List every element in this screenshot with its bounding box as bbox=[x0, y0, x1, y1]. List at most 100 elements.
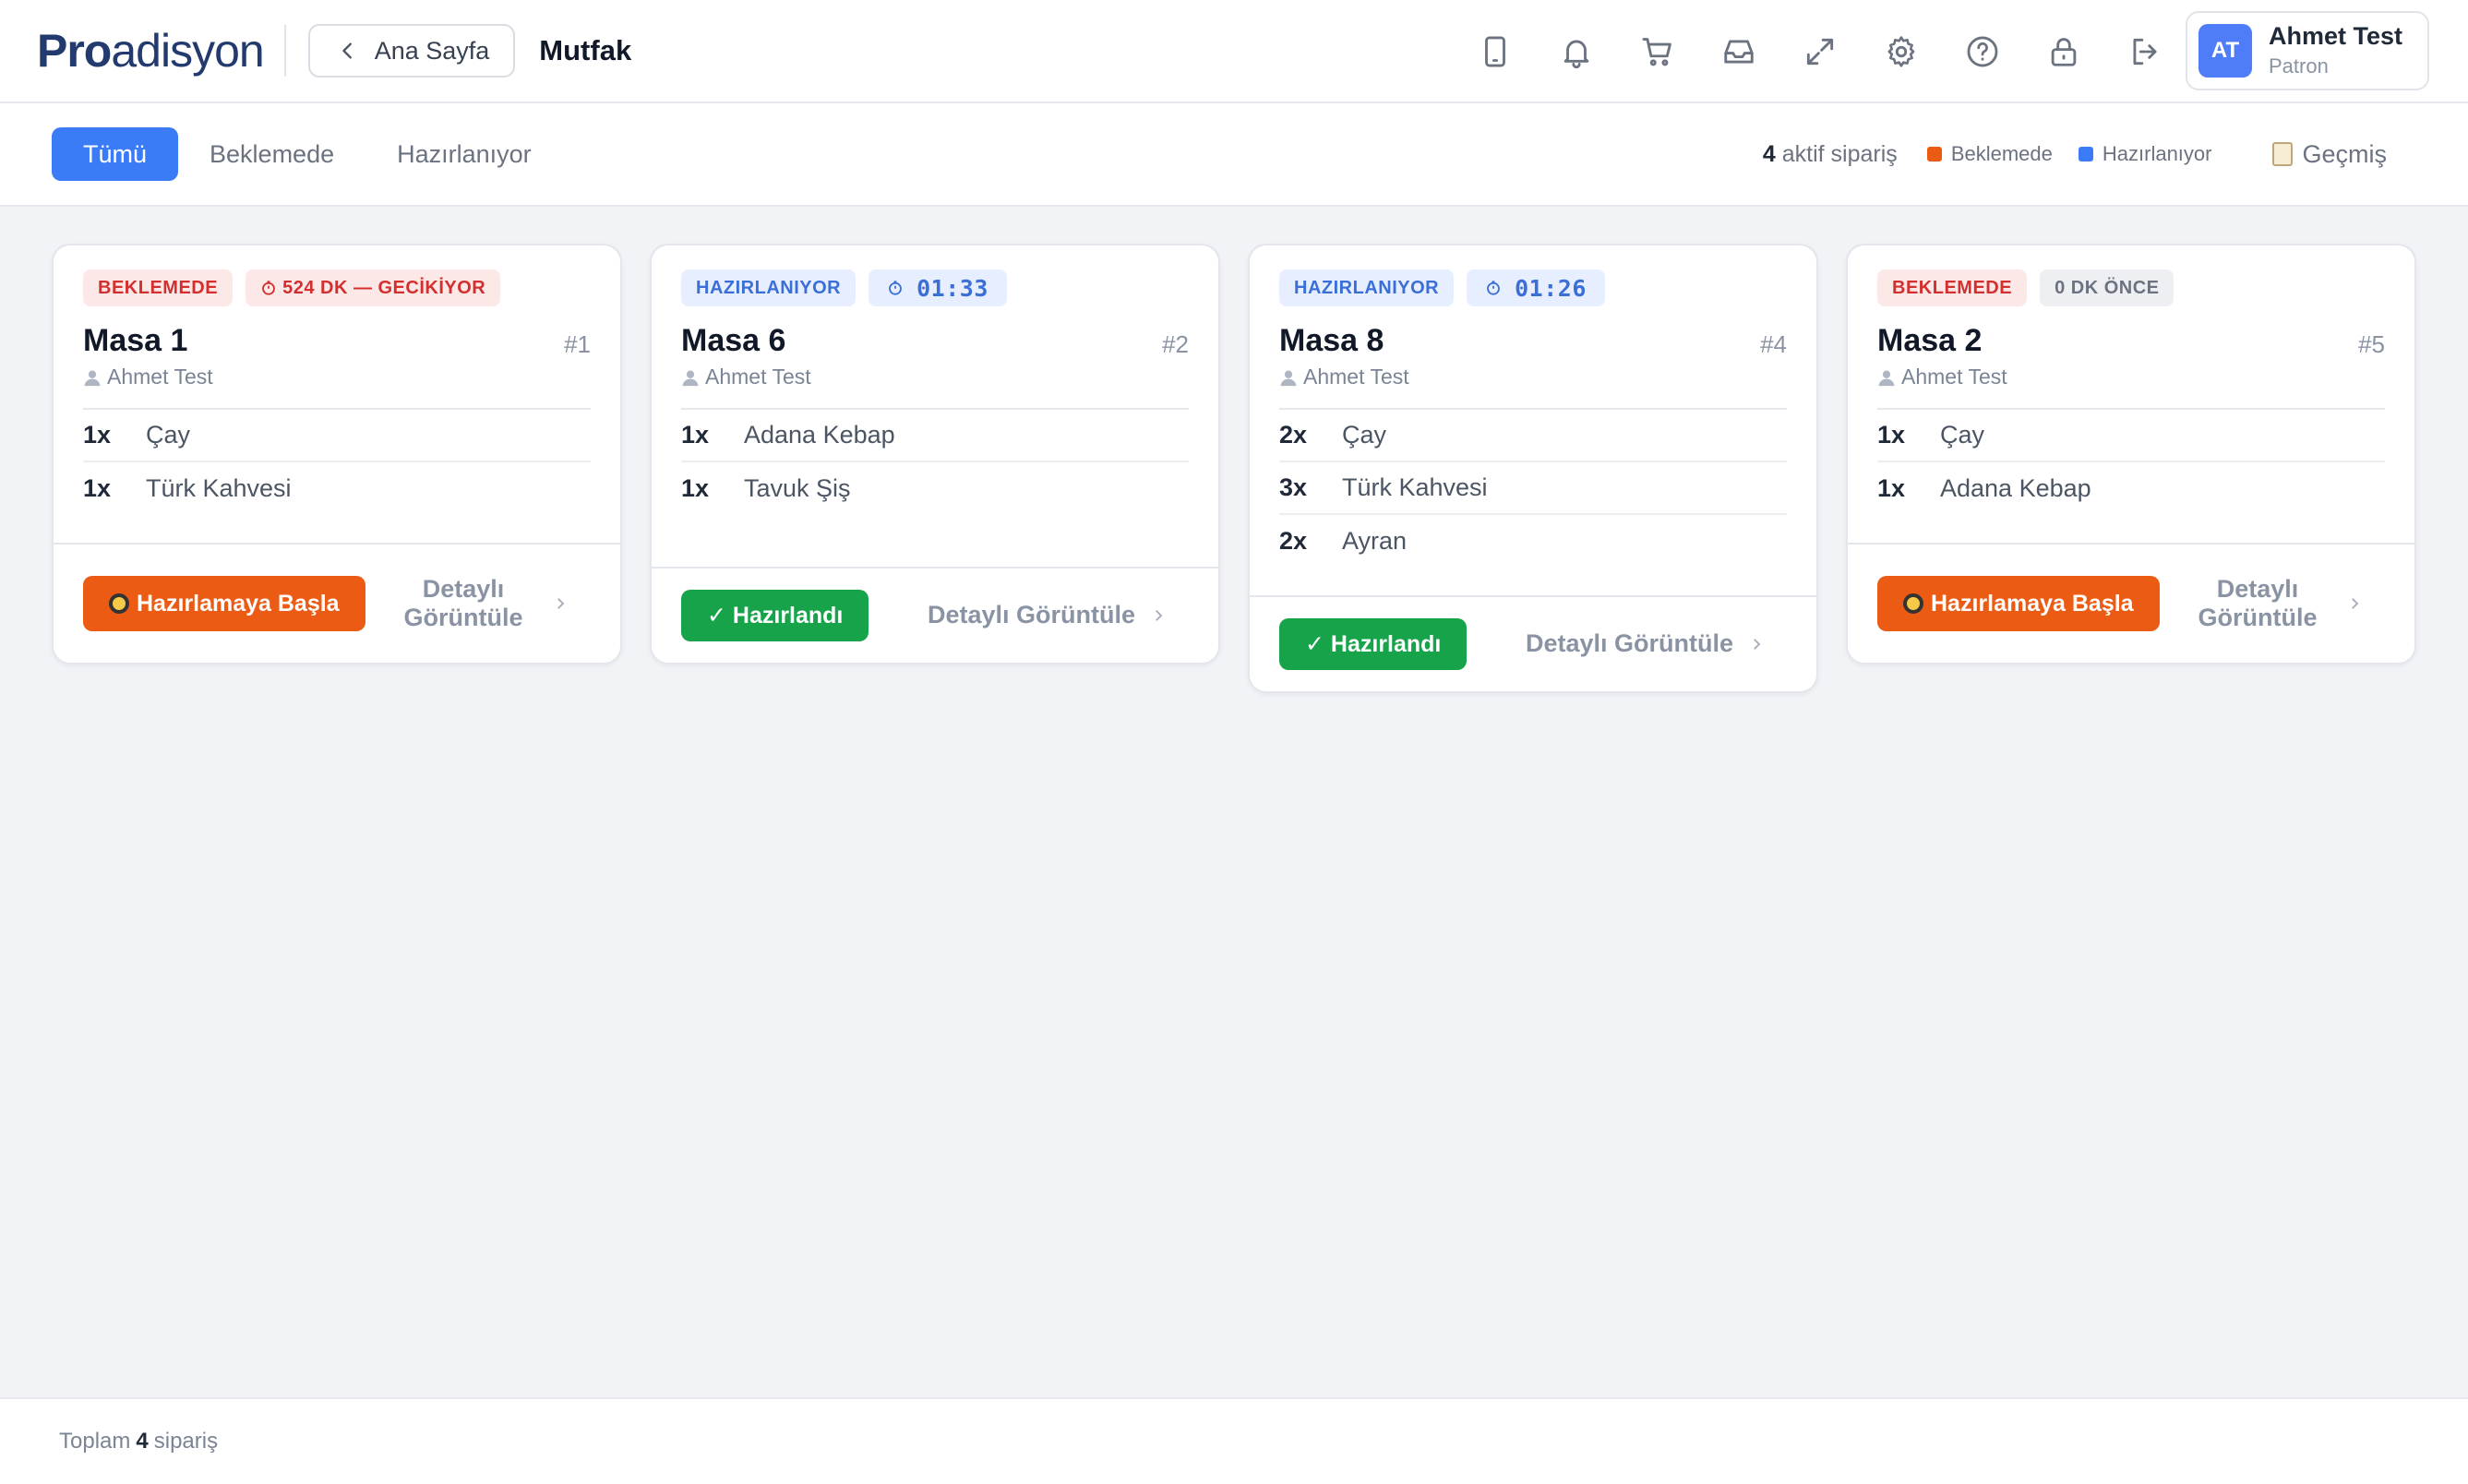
tablet-icon[interactable] bbox=[1455, 26, 1536, 78]
filter-bar: Tümü Beklemede Hazırlanıyor 4 aktif sipa… bbox=[0, 103, 2468, 207]
header-divider bbox=[283, 25, 286, 77]
active-count-number: 4 bbox=[1762, 140, 1776, 167]
item-qty: 1x bbox=[83, 421, 112, 449]
app-logo[interactable]: Pro adisyon bbox=[37, 25, 265, 77]
list-item: 1x Çay bbox=[1877, 410, 2385, 462]
item-name: Türk Kahvesi bbox=[146, 474, 292, 502]
user-name: Ahmet Test bbox=[2269, 22, 2403, 51]
order-number: #4 bbox=[1760, 330, 1787, 358]
timer-badge: 01:26 bbox=[1467, 269, 1605, 306]
lock-icon[interactable] bbox=[2023, 26, 2104, 78]
frying-pan-icon bbox=[109, 593, 129, 614]
tab-all[interactable]: Tümü bbox=[52, 127, 179, 181]
timer-icon bbox=[889, 281, 903, 295]
chevron-right-icon bbox=[1156, 610, 1163, 621]
order-number: #1 bbox=[564, 330, 591, 358]
chevron-right-icon bbox=[1754, 639, 1761, 650]
tab-waiting[interactable]: Beklemede bbox=[178, 127, 365, 181]
start-preparing-label: Hazırlamaya Başla bbox=[137, 590, 340, 616]
order-items: 2x Çay 3x Türk Kahvesi 2x Ayran bbox=[1279, 408, 1787, 568]
chevron-left-icon bbox=[341, 42, 352, 59]
item-qty: 1x bbox=[681, 421, 710, 449]
waiter: Ahmet Test bbox=[1279, 365, 1787, 389]
waiter-name: Ahmet Test bbox=[1303, 365, 1409, 389]
status-badge: HAZIRLANIYOR bbox=[681, 269, 857, 306]
tab-preparing[interactable]: Hazırlanıyor bbox=[365, 127, 563, 181]
inbox-icon[interactable] bbox=[1698, 26, 1779, 78]
table-name: Masa 8 bbox=[1279, 323, 1384, 358]
timer-badge: 01:33 bbox=[869, 269, 1007, 306]
user-menu[interactable]: AT Ahmet Test Patron bbox=[2186, 11, 2429, 90]
card-actions: ✓ Hazırlandı Detaylı Görüntüle bbox=[1250, 595, 1816, 691]
expand-icon[interactable] bbox=[1779, 26, 1861, 78]
cart-icon[interactable] bbox=[1617, 26, 1698, 78]
user-icon bbox=[682, 370, 699, 386]
order-card: HAZIRLANIYOR 01:26 Masa 8 #4 Ahmet Test … bbox=[1248, 244, 1818, 693]
order-card: BEKLEMEDE 524 DK — GECİKİYOR Masa 1 #1 A… bbox=[52, 244, 622, 664]
waiter-name: Ahmet Test bbox=[705, 365, 811, 389]
detail-view-link[interactable]: Detaylı Görüntüle bbox=[2184, 575, 2363, 632]
item-qty: 3x bbox=[1279, 473, 1308, 501]
list-item: 1x Tavuk Şiş bbox=[681, 462, 1189, 515]
bell-icon[interactable] bbox=[1536, 26, 1617, 78]
header-icon-bar bbox=[1455, 26, 2186, 78]
list-item: 2x Çay bbox=[1279, 410, 1787, 462]
timer-icon bbox=[1487, 281, 1501, 295]
start-preparing-button[interactable]: Hazırlamaya Başla bbox=[83, 576, 365, 631]
status-badge: HAZIRLANIYOR bbox=[1279, 269, 1455, 306]
detail-view-label: Detaylı Görüntüle bbox=[403, 574, 523, 631]
user-info: Ahmet Test Patron bbox=[2269, 22, 2403, 78]
item-qty: 2x bbox=[1279, 527, 1308, 555]
detail-view-link[interactable]: Detaylı Görüntüle bbox=[1526, 629, 1765, 658]
waiter: Ahmet Test bbox=[1877, 365, 2385, 389]
user-role: Patron bbox=[2269, 54, 2329, 78]
gear-icon[interactable] bbox=[1861, 26, 1942, 78]
mark-ready-button[interactable]: ✓ Hazırlandı bbox=[1279, 618, 1468, 670]
detail-view-link[interactable]: Detaylı Görüntüle bbox=[928, 601, 1167, 629]
start-preparing-label: Hazırlamaya Başla bbox=[1931, 590, 2134, 616]
card-actions: Hazırlamaya Başla Detaylı Görüntüle bbox=[1848, 543, 2414, 663]
list-item: 1x Çay bbox=[83, 410, 591, 462]
history-button[interactable]: Geçmiş bbox=[2272, 140, 2387, 169]
logout-icon[interactable] bbox=[2104, 26, 2186, 78]
item-name: Çay bbox=[1940, 421, 1985, 449]
item-name: Adana Kebap bbox=[1940, 474, 2091, 502]
list-item: 1x Adana Kebap bbox=[681, 410, 1189, 462]
elapsed-badge: 0 DK ÖNCE bbox=[2040, 269, 2174, 306]
list-item: 3x Türk Kahvesi bbox=[1279, 462, 1787, 515]
back-home-button[interactable]: Ana Sayfa bbox=[307, 24, 516, 78]
table-name: Masa 2 bbox=[1877, 323, 1983, 358]
item-qty: 1x bbox=[83, 474, 112, 502]
order-grid: BEKLEMEDE 524 DK — GECİKİYOR Masa 1 #1 A… bbox=[52, 244, 2416, 693]
logo-rest-text: adisyon bbox=[111, 25, 264, 77]
top-header: Pro adisyon Ana Sayfa Mutfak AT Ahmet Te… bbox=[0, 0, 2468, 103]
status-badge: BEKLEMEDE bbox=[1877, 269, 2028, 306]
history-label: Geçmiş bbox=[2302, 139, 2387, 168]
list-item: 1x Adana Kebap bbox=[1877, 462, 2385, 515]
item-name: Tavuk Şiş bbox=[744, 474, 851, 502]
delay-badge-text: 524 DK — GECİKİYOR bbox=[282, 277, 486, 298]
legend-waiting: Beklemede bbox=[1926, 142, 2053, 166]
start-preparing-button[interactable]: Hazırlamaya Başla bbox=[1877, 576, 2160, 631]
legend-waiting-swatch bbox=[1926, 147, 1942, 162]
status-badge: BEKLEMEDE bbox=[83, 269, 234, 306]
table-name: Masa 6 bbox=[681, 323, 786, 358]
legend-waiting-label: Beklemede bbox=[1950, 142, 2053, 165]
detail-view-label: Detaylı Görüntüle bbox=[927, 601, 1135, 629]
mark-ready-button[interactable]: ✓ Hazırlandı bbox=[681, 590, 869, 641]
waiter: Ahmet Test bbox=[83, 365, 591, 389]
help-icon[interactable] bbox=[1942, 26, 2023, 78]
chevron-right-icon bbox=[557, 598, 565, 609]
chevron-right-icon bbox=[2352, 598, 2359, 609]
detail-view-label: Detaylı Görüntüle bbox=[1525, 629, 1733, 658]
order-items: 1x Çay 1x Adana Kebap bbox=[1877, 408, 2385, 515]
order-card: BEKLEMEDE 0 DK ÖNCE Masa 2 #5 Ahmet Test… bbox=[1846, 244, 2416, 664]
item-name: Türk Kahvesi bbox=[1342, 473, 1488, 501]
legend-preparing-swatch bbox=[2078, 147, 2093, 162]
status-tabs: Tümü Beklemede Hazırlanıyor bbox=[52, 127, 563, 181]
filter-bar-summary: 4 aktif sipariş Beklemede Hazırlanıyor G… bbox=[1763, 127, 2387, 181]
frying-pan-icon bbox=[1903, 593, 1923, 614]
order-items: 1x Adana Kebap 1x Tavuk Şiş bbox=[681, 408, 1189, 515]
detail-view-link[interactable]: Detaylı Görüntüle bbox=[389, 575, 569, 632]
item-qty: 1x bbox=[1877, 474, 1906, 502]
